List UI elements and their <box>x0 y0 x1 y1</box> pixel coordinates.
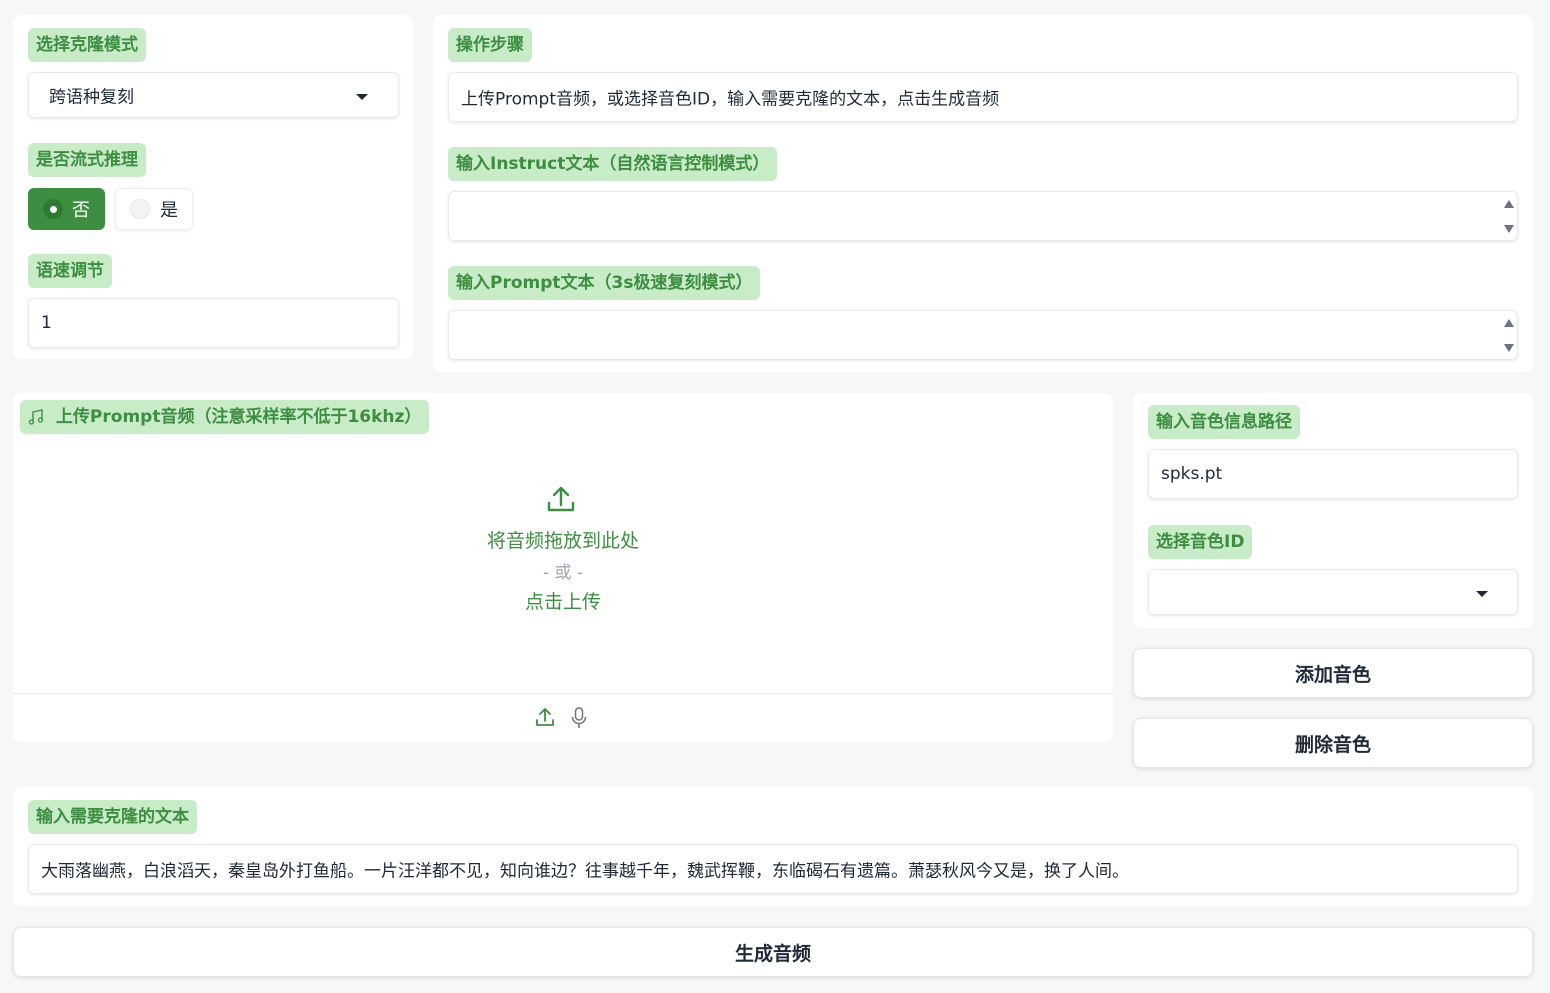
or-text: - 或 - <box>542 563 584 583</box>
tts-text-label: 输入需要克隆的文本 <box>28 800 197 834</box>
generate-audio-button[interactable]: 生成音频 <box>13 927 1533 977</box>
scroll-down-icon[interactable] <box>1504 344 1514 352</box>
steps-label: 操作步骤 <box>448 28 532 62</box>
upload-audio-label: 上传Prompt音频（注意采样率不低于16khz） <box>20 400 430 434</box>
tts-text-input[interactable]: 大雨落幽燕，白浪滔天，秦皇岛外打鱼船。一片汪洋都不见，知向谁边？往事越千年，魏武… <box>28 844 1518 894</box>
spk-path-label: 输入音色信息路径 <box>1148 405 1300 439</box>
speed-input[interactable]: 1 <box>28 298 399 348</box>
audio-upload-panel: 上传Prompt音频（注意采样率不低于16khz） 将音频拖放到此处 - 或 -… <box>13 393 1113 742</box>
tts-text-panel: 输入需要克隆的文本 大雨落幽燕，白浪滔天，秦皇岛外打鱼船。一片汪洋都不见，知向谁… <box>13 787 1533 906</box>
scroll-up-icon[interactable] <box>1504 200 1514 208</box>
chevron-down-icon <box>1476 591 1488 597</box>
text-inputs-panel: 操作步骤 上传Prompt音频，或选择音色ID，输入需要克隆的文本，点击生成音频… <box>433 15 1533 372</box>
upload-source-icon[interactable] <box>535 706 555 732</box>
upload-audio-label-text: 上传Prompt音频（注意采样率不低于16khz） <box>55 407 422 427</box>
clone-mode-label: 选择克隆模式 <box>28 28 146 62</box>
scroll-up-icon[interactable] <box>1504 319 1514 327</box>
delete-speaker-button[interactable]: 删除音色 <box>1133 718 1533 768</box>
drop-text: 将音频拖放到此处 <box>486 530 639 552</box>
add-speaker-button[interactable]: 添加音色 <box>1133 648 1533 698</box>
speed-label: 语速调节 <box>28 254 112 288</box>
prompt-text-textarea[interactable] <box>448 310 1518 360</box>
steps-text: 上传Prompt音频，或选择音色ID，输入需要克隆的文本，点击生成音频 <box>461 89 1000 110</box>
spk-path-input[interactable]: spks.pt <box>1148 449 1518 499</box>
radio-stream-yes[interactable]: 是 <box>115 188 193 230</box>
divider <box>13 693 1113 694</box>
spk-id-dropdown[interactable] <box>1148 569 1518 615</box>
music-note-icon <box>28 400 44 446</box>
speaker-panel: 输入音色信息路径 spks.pt 选择音色ID <box>1133 393 1533 628</box>
steps-textbox: 上传Prompt音频，或选择音色ID，输入需要克隆的文本，点击生成音频 <box>448 72 1518 122</box>
radio-unselected-icon <box>130 199 150 219</box>
instruct-textarea[interactable] <box>448 191 1518 241</box>
prompt-text-label: 输入Prompt文本（3s极速复刻模式） <box>448 266 761 300</box>
audio-drop-zone[interactable]: 将音频拖放到此处 - 或 - 点击上传 <box>13 441 1113 693</box>
clone-mode-dropdown[interactable]: 跨语种复刻 <box>28 72 399 118</box>
radio-stream-no-label: 否 <box>72 200 90 221</box>
chevron-down-icon <box>356 94 368 100</box>
radio-stream-yes-label: 是 <box>160 200 178 221</box>
tts-text-value: 大雨落幽燕，白浪滔天，秦皇岛外打鱼船。一片汪洋都不见，知向谁边？往事越千年，魏武… <box>41 861 1129 882</box>
radio-stream-no[interactable]: 否 <box>28 188 105 230</box>
upload-icon <box>545 483 577 519</box>
stream-label: 是否流式推理 <box>28 143 146 177</box>
settings-panel: 选择克隆模式 跨语种复刻 是否流式推理 否 是 语速调节 1 <box>13 15 413 359</box>
scroll-down-icon[interactable] <box>1504 225 1514 233</box>
instruct-label: 输入Instruct文本（自然语言控制模式） <box>448 147 778 181</box>
clone-mode-value: 跨语种复刻 <box>49 87 134 108</box>
speed-value: 1 <box>41 313 52 333</box>
microphone-icon[interactable] <box>570 706 588 734</box>
radio-selected-icon <box>43 199 63 219</box>
spk-id-label: 选择音色ID <box>1148 525 1253 559</box>
spk-path-value: spks.pt <box>1161 464 1223 484</box>
click-upload-text: 点击上传 <box>524 591 601 613</box>
